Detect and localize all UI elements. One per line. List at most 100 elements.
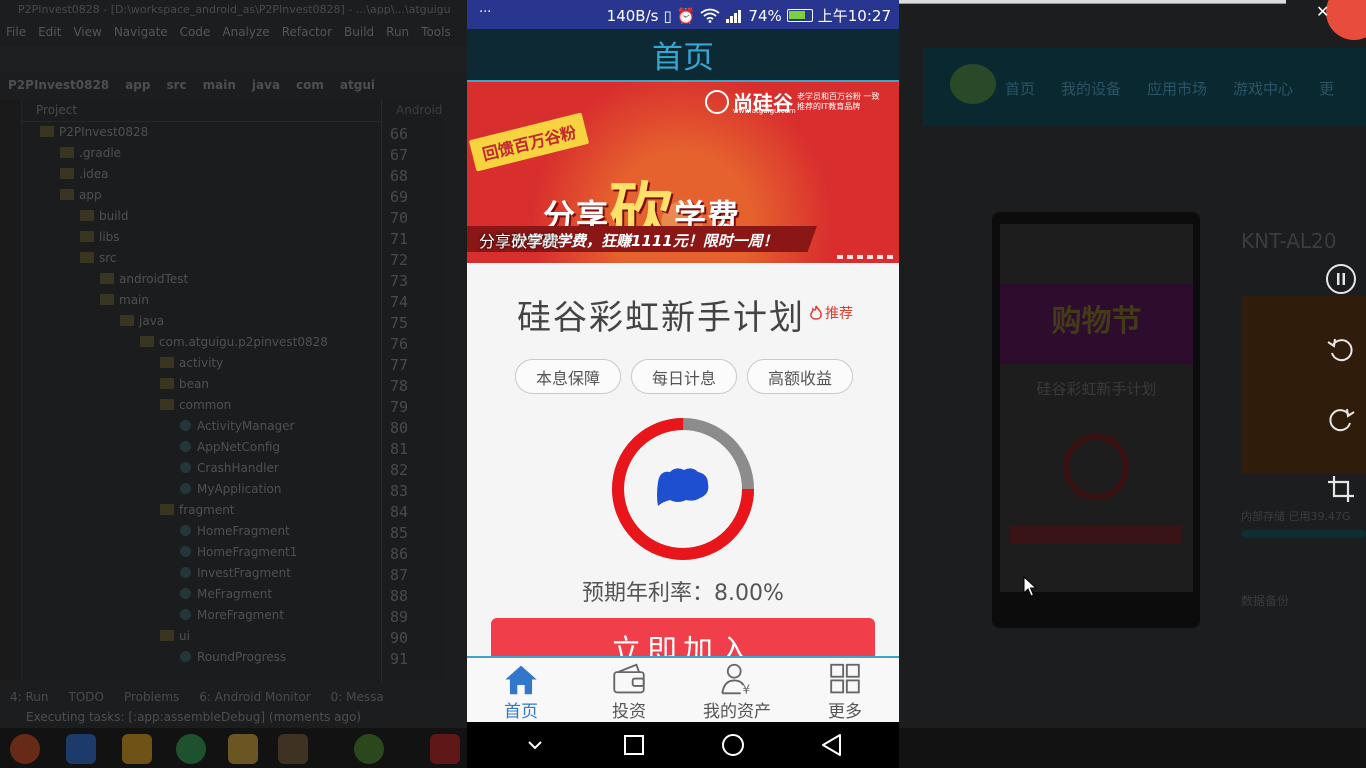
- menu-build[interactable]: Build: [338, 22, 380, 44]
- menu-file[interactable]: File: [0, 22, 32, 44]
- tab-home[interactable]: 首页: [467, 658, 575, 722]
- tab-android-monitor[interactable]: 6: Android Monitor: [189, 688, 320, 708]
- svg-text:¥: ¥: [743, 682, 751, 696]
- breadcrumb-item[interactable]: main: [195, 76, 244, 98]
- tree-folder[interactable]: app: [22, 185, 381, 206]
- ide-tool-strip: [0, 100, 22, 680]
- tree-folder[interactable]: P2PInvest0828: [22, 122, 381, 143]
- tree-folder[interactable]: build: [22, 206, 381, 227]
- recents-icon[interactable]: [620, 731, 648, 759]
- flame-icon: [810, 305, 822, 320]
- phone-screen: ··· 140B/s ▯ ⏰ 74% 上午10:27 首页 尚硅谷 老学员和百万…: [467, 0, 899, 768]
- tree-folder[interactable]: ui: [22, 626, 381, 647]
- folder-icon[interactable]: [228, 734, 258, 764]
- storage-label: 内部存储 已用39.47G: [1241, 510, 1351, 523]
- tree-folder[interactable]: .gradle: [22, 143, 381, 164]
- tree-folder[interactable]: fragment: [22, 500, 381, 521]
- rotate-right-button[interactable]: [1322, 400, 1360, 438]
- assistant-nav-item[interactable]: 游戏中心: [1233, 78, 1293, 99]
- assistant-nav-item[interactable]: 我的设备: [1061, 78, 1121, 99]
- tab-problems[interactable]: Problems: [114, 688, 189, 708]
- tree-folder[interactable]: activity: [22, 353, 381, 374]
- menu-run[interactable]: Run: [380, 22, 415, 44]
- tab-label: 投资: [612, 702, 646, 722]
- menu-edit[interactable]: Edit: [32, 22, 67, 44]
- indicator-dot: [847, 255, 853, 259]
- menu-code[interactable]: Code: [174, 22, 217, 44]
- menu-view[interactable]: View: [67, 22, 107, 44]
- breadcrumb-item[interactable]: app: [117, 76, 158, 98]
- pause-button[interactable]: [1322, 260, 1360, 298]
- assistant-nav-item[interactable]: 应用市场: [1147, 78, 1207, 99]
- tree-file[interactable]: CrashHandler: [22, 458, 381, 479]
- tree-label: common: [179, 398, 232, 412]
- mail-icon[interactable]: [430, 734, 460, 764]
- app-icon[interactable]: [278, 734, 308, 764]
- progress-center-blob: [657, 468, 709, 506]
- brand-logo-icon: [705, 89, 729, 114]
- line-number: 73: [390, 272, 409, 290]
- menu-tools[interactable]: Tools: [415, 22, 457, 44]
- tree-file[interactable]: RoundProgress: [22, 647, 381, 668]
- tree-folder[interactable]: java: [22, 311, 381, 332]
- tab-assets[interactable]: ¥ 我的资产: [683, 658, 791, 722]
- tab-invest[interactable]: 投资: [575, 658, 683, 722]
- class-icon: [180, 462, 191, 473]
- tree-folder[interactable]: com.atguigu.p2pinvest0828: [22, 332, 381, 353]
- editor-tab[interactable]: Android: [384, 100, 444, 122]
- tree-file[interactable]: HomeFragment: [22, 521, 381, 542]
- home-circle-icon[interactable]: [719, 731, 747, 759]
- net-speed: 140B/s: [606, 6, 659, 25]
- start-icon[interactable]: [10, 734, 40, 764]
- folder-icon: [140, 336, 154, 347]
- breadcrumb-item[interactable]: P2PInvest0828: [0, 76, 117, 98]
- tree-folder[interactable]: .idea: [22, 164, 381, 185]
- tree-label: ui: [179, 629, 190, 643]
- tree-folder[interactable]: common: [22, 395, 381, 416]
- project-panel-title[interactable]: Project: [22, 100, 381, 122]
- menu-analyze[interactable]: Analyze: [216, 22, 275, 44]
- tree-label: CrashHandler: [197, 461, 279, 475]
- bottom-tab-bar: 首页 投资 ¥ 我的资产 更多: [467, 656, 899, 722]
- tab-messages[interactable]: 0: Messa: [321, 688, 394, 708]
- back-icon[interactable]: [818, 731, 846, 759]
- rotate-left-button[interactable]: [1322, 330, 1360, 368]
- breadcrumb-item[interactable]: atgui: [332, 76, 383, 98]
- assistant-nav-item[interactable]: 更: [1319, 78, 1334, 99]
- tree-folder[interactable]: src: [22, 248, 381, 269]
- tree-label: P2PInvest0828: [59, 125, 149, 139]
- browser-icon[interactable]: [176, 734, 206, 764]
- tab-more[interactable]: 更多: [791, 658, 899, 722]
- tree-file[interactable]: AppNetConfig: [22, 437, 381, 458]
- pause-icon: [1326, 264, 1356, 294]
- breadcrumb-item[interactable]: com: [288, 76, 332, 98]
- breadcrumb-item[interactable]: java: [244, 76, 288, 98]
- assistant-nav-item[interactable]: 首页: [1005, 78, 1035, 99]
- tree-file[interactable]: InvestFragment: [22, 563, 381, 584]
- tree-folder[interactable]: libs: [22, 227, 381, 248]
- tree-file[interactable]: MyApplication: [22, 479, 381, 500]
- menu-refactor[interactable]: Refactor: [276, 22, 338, 44]
- screenshot-button[interactable]: [1322, 470, 1360, 508]
- app-icon[interactable]: [122, 734, 152, 764]
- tree-label: bean: [179, 377, 209, 391]
- assistant-icon[interactable]: [354, 734, 384, 764]
- app-icon[interactable]: [66, 734, 96, 764]
- tree-file[interactable]: ActivityManager: [22, 416, 381, 437]
- tree-folder[interactable]: bean: [22, 374, 381, 395]
- tree-file[interactable]: MeFragment: [22, 584, 381, 605]
- breadcrumb-item[interactable]: src: [158, 76, 194, 98]
- menu-navigate[interactable]: Navigate: [108, 22, 174, 44]
- collapse-icon[interactable]: [521, 731, 549, 759]
- promo-banner[interactable]: 尚硅谷 老学员和百万谷粉 一致推荐的IT教育品牌 www.atguigu.com…: [467, 82, 899, 263]
- tree-file[interactable]: HomeFragment1: [22, 542, 381, 563]
- tree-folder[interactable]: main: [22, 290, 381, 311]
- tree-file[interactable]: MoreFragment: [22, 605, 381, 626]
- system-nav-bar: [467, 722, 899, 768]
- banner-caption: 分享砍学费: [479, 232, 560, 251]
- tab-run[interactable]: 4: Run: [0, 688, 59, 708]
- tab-todo[interactable]: TODO: [59, 688, 114, 708]
- tree-folder[interactable]: androidTest: [22, 269, 381, 290]
- backup-link[interactable]: 数据备份: [1241, 592, 1289, 609]
- class-icon: [180, 567, 191, 578]
